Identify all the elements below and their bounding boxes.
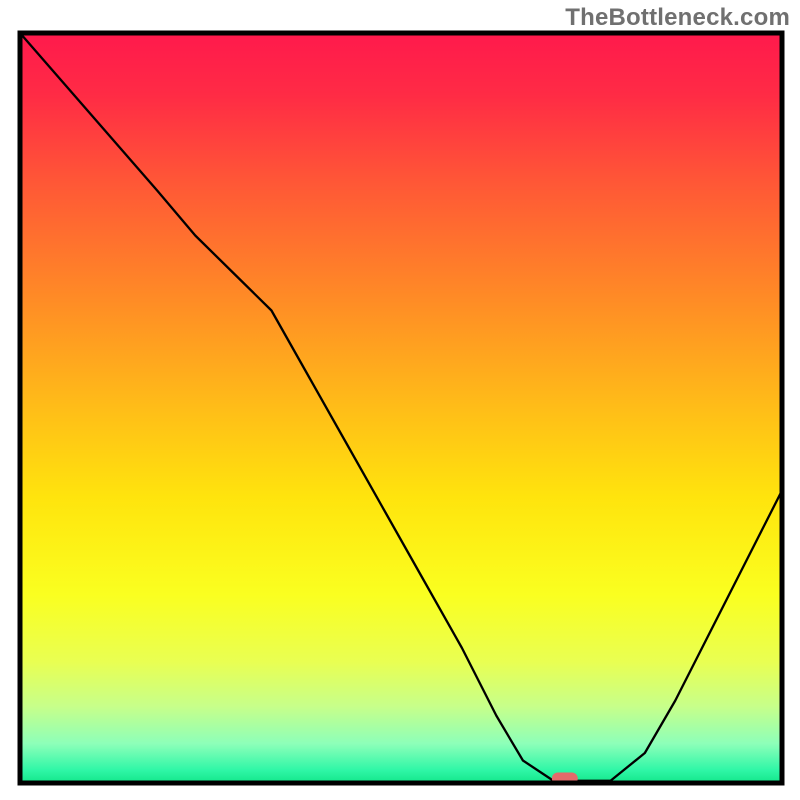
bottleneck-chart	[0, 0, 800, 800]
chart-container: TheBottleneck.com	[0, 0, 800, 800]
gradient-background	[22, 35, 780, 781]
